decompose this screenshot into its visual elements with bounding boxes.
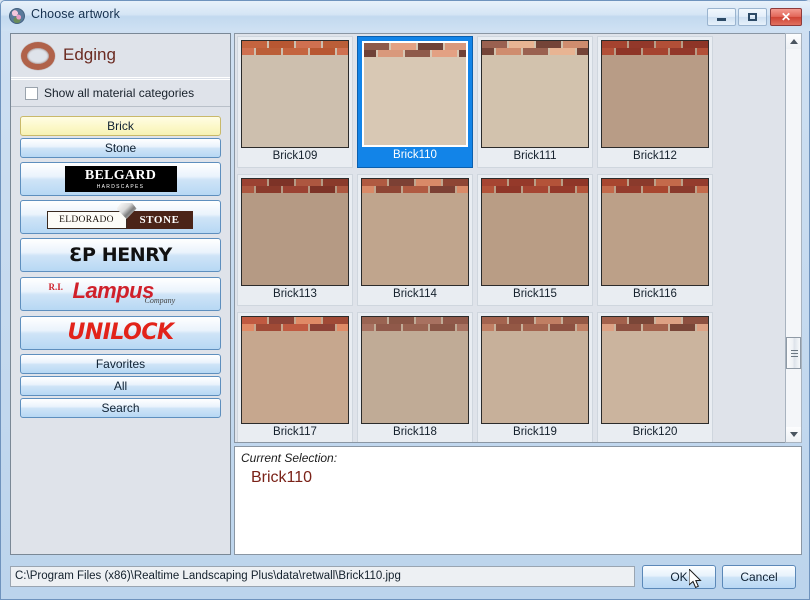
eldorado-logo-left: ELDORADO [46, 211, 127, 229]
window-title: Choose artwork [31, 7, 120, 21]
cancel-button[interactable]: Cancel [722, 565, 796, 589]
thumbnail-image [361, 316, 469, 424]
thumbnail-cell[interactable]: Brick119 [477, 312, 593, 442]
current-selection-panel: Current Selection: Brick110 [234, 446, 802, 555]
thumbnail-image [241, 40, 349, 148]
thumbnail-cell[interactable]: Brick118 [357, 312, 473, 442]
choose-artwork-dialog: Choose artwork ✕ Edging Show all materia… [0, 0, 810, 600]
app-icon [9, 8, 25, 24]
thumbnail-label: Brick112 [633, 150, 677, 162]
sidebar-header: Edging [11, 34, 230, 78]
lampus-logo-prefix: R.I. [48, 282, 64, 292]
thumbnail-image [601, 40, 709, 148]
thumbnail-label: Brick110 [393, 149, 437, 161]
lampus-logo-main: Lampus [72, 278, 155, 303]
maximize-icon [739, 9, 766, 25]
thumbnail-label: Brick117 [273, 426, 317, 438]
thumbnail-label: Brick109 [272, 150, 318, 162]
belgard-logo-sub: HARDSCAPES [96, 183, 145, 190]
thumbnail-cell[interactable]: Brick120 [597, 312, 713, 442]
category-button-label: Stone [104, 141, 137, 155]
thumbnail-label: Brick120 [632, 426, 678, 438]
category-button-label: All [113, 379, 128, 393]
thumbnail-cell[interactable]: Brick109 [237, 36, 353, 168]
scrollbar-thumb[interactable] [786, 337, 801, 369]
title-bar[interactable]: Choose artwork ✕ [1, 1, 810, 31]
thumbnail-cell[interactable]: Brick110 [357, 36, 473, 168]
thumbnail-cell[interactable]: Brick114 [357, 174, 473, 306]
ok-button[interactable]: OK [642, 565, 716, 589]
category-button-all[interactable]: All [20, 376, 221, 396]
lampus-logo-icon: R.I. Lampus Company [41, 278, 201, 308]
maximize-button[interactable] [738, 8, 767, 26]
unilock-logo-icon: UNILOCK [67, 320, 174, 345]
minimize-button[interactable] [707, 8, 736, 26]
grid-vertical-scrollbar[interactable] [785, 33, 802, 443]
thumbnail-image [362, 41, 468, 147]
thumbnail-image [481, 178, 589, 286]
close-button[interactable]: ✕ [770, 8, 802, 26]
belgard-logo-main: BELGARD [84, 167, 157, 183]
thumbnail-image [241, 316, 349, 424]
edging-ring-icon [21, 42, 55, 70]
category-button-search[interactable]: Search [20, 398, 221, 418]
category-button-ep-henry[interactable]: ƐP HENRY [20, 238, 221, 272]
category-button-brick[interactable]: Brick [20, 116, 221, 136]
category-button-stone[interactable]: Stone [20, 138, 221, 158]
thumbnail-label: Brick118 [393, 426, 437, 438]
eldorado-stone-logo-icon: ELDORADO STONE [46, 203, 195, 229]
thumbnail-cell[interactable]: Brick113 [237, 174, 353, 306]
show-all-categories-row[interactable]: Show all material categories [11, 79, 230, 107]
category-button-eldorado-stone[interactable]: ELDORADO STONE [20, 200, 221, 234]
belgard-logo-icon: BELGARD HARDSCAPES [64, 166, 177, 192]
category-button-label: Brick [107, 119, 134, 133]
thumbnail-image [481, 316, 589, 424]
category-button-label: Favorites [95, 357, 146, 371]
thumbnail-label: Brick119 [513, 426, 557, 438]
minimize-icon [708, 9, 735, 25]
thumbnail-image [241, 178, 349, 286]
thumbnail-cell[interactable]: Brick116 [597, 174, 713, 306]
close-icon: ✕ [780, 10, 792, 24]
file-path-field[interactable]: C:\Program Files (x86)\Realtime Landscap… [10, 566, 635, 587]
category-button-unilock[interactable]: UNILOCK [20, 316, 221, 350]
show-all-categories-label: Show all material categories [44, 86, 195, 100]
current-selection-value: Brick110 [251, 469, 313, 486]
thumbnail-image [601, 178, 709, 286]
sidebar-title: Edging [63, 45, 116, 64]
category-button-label: Search [101, 401, 140, 415]
category-button-favorites[interactable]: Favorites [20, 354, 221, 374]
scroll-up-arrow-icon[interactable] [786, 34, 801, 49]
thumbnail-label: Brick111 [513, 150, 557, 162]
ep-henry-logo-icon: ƐP HENRY [69, 243, 172, 266]
thumbnail-label: Brick114 [393, 288, 437, 300]
thumbnail-label: Brick116 [633, 288, 677, 300]
thumbnail-cell[interactable]: Brick115 [477, 174, 593, 306]
thumbnail-label: Brick113 [273, 288, 317, 300]
thumbnail-cell[interactable]: Brick117 [237, 312, 353, 442]
artwork-thumbnail-grid[interactable]: Brick109 Brick110 Brick111 Brick112 Brick113… [234, 33, 802, 443]
category-sidebar: Edging Show all material categories Bric… [10, 33, 231, 555]
lampus-logo-sub: Company [144, 296, 176, 305]
scroll-down-arrow-icon[interactable] [786, 427, 801, 442]
thumbnail-image [601, 316, 709, 424]
category-button-belgard[interactable]: BELGARD HARDSCAPES [20, 162, 221, 196]
thumbnail-cell[interactable]: Brick111 [477, 36, 593, 168]
category-button-r-i-lampus-company[interactable]: R.I. Lampus Company [20, 277, 221, 311]
eldorado-logo-right: STONE [126, 211, 193, 229]
show-all-categories-checkbox[interactable] [25, 87, 38, 100]
thumbnail-label: Brick115 [513, 288, 557, 300]
thumbnail-image [361, 178, 469, 286]
thumbnail-cell[interactable]: Brick112 [597, 36, 713, 168]
thumbnail-image [481, 40, 589, 148]
current-selection-caption: Current Selection: [241, 451, 338, 465]
